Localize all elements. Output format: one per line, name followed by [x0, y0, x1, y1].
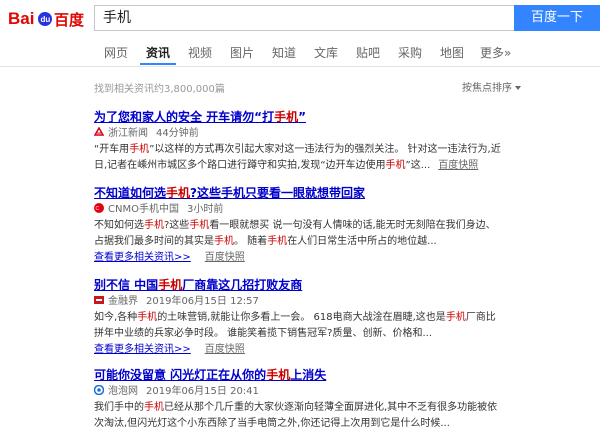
- news-result: 可能你没留意 闪光灯正在从你的手机上消失 泡泡网 2019年06月15日 20:4…: [94, 366, 504, 432]
- keyword-highlight: 手机: [267, 236, 288, 247]
- result-abstract: 我们手中的手机已经从那个几斤重的大家伙逐渐向轻薄全面屏进化,其中不乏有很多功能被…: [94, 400, 504, 432]
- result-title-link[interactable]: 别不信 中国手机厂商靠这几招打败友商: [94, 276, 504, 294]
- result-count: 找到相关资讯约3,800,000篇: [94, 84, 225, 95]
- title-text: 上消失: [290, 368, 327, 382]
- snapshot-link[interactable]: 百度快照: [205, 344, 245, 355]
- title-highlight: 手机: [158, 278, 183, 292]
- snapshot-link[interactable]: 百度快照: [438, 160, 478, 171]
- source-name: 金融界: [108, 296, 138, 307]
- abstract-text: 如今,各种: [94, 312, 138, 323]
- abstract-text: ”这...: [405, 160, 431, 171]
- source-name: 浙江新闻: [108, 128, 148, 139]
- title-highlight: 手机: [266, 368, 291, 382]
- caret-down-icon: [515, 86, 521, 90]
- source-name: 泡泡网: [108, 386, 138, 397]
- title-text: 为了您和家人的安全 开车请勿“打: [94, 110, 275, 124]
- title-text: 可能你没留意 闪光灯正在从你的: [94, 368, 267, 382]
- tab-wenku[interactable]: 文库: [314, 44, 338, 61]
- keyword-highlight: 手机: [445, 312, 466, 323]
- result-source: C CNMO手机中国 3小时前: [94, 202, 504, 218]
- title-text: 不知道如何选: [94, 186, 167, 200]
- tab-images[interactable]: 图片: [230, 44, 254, 61]
- tab-news[interactable]: 资讯: [146, 44, 170, 61]
- keyword-highlight: 手机: [137, 312, 158, 323]
- keyword-highlight: 手机: [129, 144, 150, 155]
- abstract-text: 在人们日常生活中所占的地位越...: [287, 236, 437, 247]
- header: Bai du 百度 手机 百度一下: [0, 0, 600, 36]
- tab-web[interactable]: 网页: [104, 44, 128, 61]
- search-input[interactable]: 手机: [94, 5, 514, 31]
- abstract-text: “开车用: [94, 144, 130, 155]
- publish-time: 2019年06月15日 20:41: [146, 386, 259, 397]
- search-button[interactable]: 百度一下: [514, 5, 600, 31]
- publish-time: 2019年06月15日 12:57: [146, 296, 259, 307]
- result-source: 金融界 2019年06月15日 12:57: [94, 294, 504, 310]
- result-abstract: 不知如何选手机?这些手机看一眼就想买 说一句没有人情味的话,能无时无刻陪在我们身…: [94, 218, 504, 250]
- svg-text:C: C: [96, 206, 100, 212]
- title-text: 厂商靠这几招打败友商: [182, 278, 303, 292]
- news-result: 不知道如何选手机?这些手机只要看一眼就想带回家 C CNMO手机中国 3小时前 不知…: [94, 184, 504, 266]
- svg-text:du: du: [41, 15, 51, 24]
- more-links: 查看更多相关资讯>> 百度快照: [94, 250, 504, 266]
- title-highlight: 手机: [166, 186, 191, 200]
- title-text: ?这些手机只要看一眼就想带回家: [190, 186, 365, 200]
- news-result: 别不信 中国手机厂商靠这几招打败友商 金融界 2019年06月15日 12:57 …: [94, 276, 504, 358]
- tab-video[interactable]: 视频: [188, 44, 212, 61]
- title-text: 别不信 中国: [94, 278, 159, 292]
- category-tabs: 网页 资讯 视频 图片 知道 文库 贴吧 采购 地图 更多»: [0, 36, 600, 67]
- result-abstract: 如今,各种手机的土味营销,就能让你多看上一会。 618电商大战淦在眉睫,这也是手…: [94, 310, 504, 342]
- news-result: 为了您和家人的安全 开车请勿“打手机” 浙江新闻 44分钟前 “开车用手机”以这样…: [94, 108, 504, 174]
- keyword-highlight: 手机: [189, 220, 210, 231]
- title-highlight: 手机: [274, 110, 299, 124]
- result-source: 浙江新闻 44分钟前: [94, 126, 504, 142]
- active-tab-indicator: [140, 63, 176, 65]
- more-news-link[interactable]: 查看更多相关资讯>>: [94, 344, 191, 355]
- abstract-text: 。 随着: [234, 236, 268, 247]
- more-news-link[interactable]: 查看更多相关资讯>>: [94, 252, 191, 263]
- abstract-text: 不知如何选: [94, 220, 144, 231]
- svg-text:Bai: Bai: [8, 9, 34, 28]
- result-title-link[interactable]: 为了您和家人的安全 开车请勿“打手机”: [94, 108, 504, 126]
- tab-tieba[interactable]: 贴吧: [356, 44, 380, 61]
- title-text: ”: [298, 110, 306, 124]
- result-title-link[interactable]: 不知道如何选手机?这些手机只要看一眼就想带回家: [94, 184, 504, 202]
- cnmo-icon: C: [94, 203, 104, 213]
- source-name: CNMO手机中国: [108, 204, 179, 215]
- tab-purchase[interactable]: 采购: [398, 44, 422, 61]
- keyword-highlight: 手机: [144, 402, 164, 413]
- keyword-highlight: 手机: [144, 220, 164, 231]
- baidu-logo[interactable]: Bai du 百度: [8, 6, 86, 30]
- tab-map[interactable]: 地图: [440, 44, 464, 61]
- jrj-icon: [94, 296, 104, 304]
- publish-time: 44分钟前: [156, 128, 199, 139]
- zjnews-icon: [94, 127, 104, 136]
- result-source: 泡泡网 2019年06月15日 20:41: [94, 384, 504, 400]
- more-links: 查看更多相关资讯>> 百度快照: [94, 342, 504, 358]
- result-title-link[interactable]: 可能你没留意 闪光灯正在从你的手机上消失: [94, 366, 504, 384]
- keyword-highlight: 手机: [385, 160, 406, 171]
- tab-zhidao[interactable]: 知道: [272, 44, 296, 61]
- abstract-text: ?这些: [164, 220, 190, 231]
- svg-text:百度: 百度: [54, 11, 85, 29]
- pcpop-icon: [94, 385, 104, 395]
- sort-label: 按焦点排序: [462, 83, 512, 94]
- tab-more[interactable]: 更多»: [480, 44, 511, 61]
- snapshot-link[interactable]: 百度快照: [205, 252, 245, 263]
- abstract-text: 我们手中的: [94, 402, 144, 413]
- sort-dropdown[interactable]: 按焦点排序: [462, 79, 521, 94]
- publish-time: 3小时前: [186, 204, 224, 215]
- result-abstract: “开车用手机”以这样的方式再次引起大家对这一违法行为的强烈关注。 针对这一违法行…: [94, 142, 504, 174]
- abstract-text: 的土味营销,就能让你多看上一会。 618电商大战淦在眉睫,这也是: [157, 312, 446, 323]
- keyword-highlight: 手机: [214, 236, 234, 247]
